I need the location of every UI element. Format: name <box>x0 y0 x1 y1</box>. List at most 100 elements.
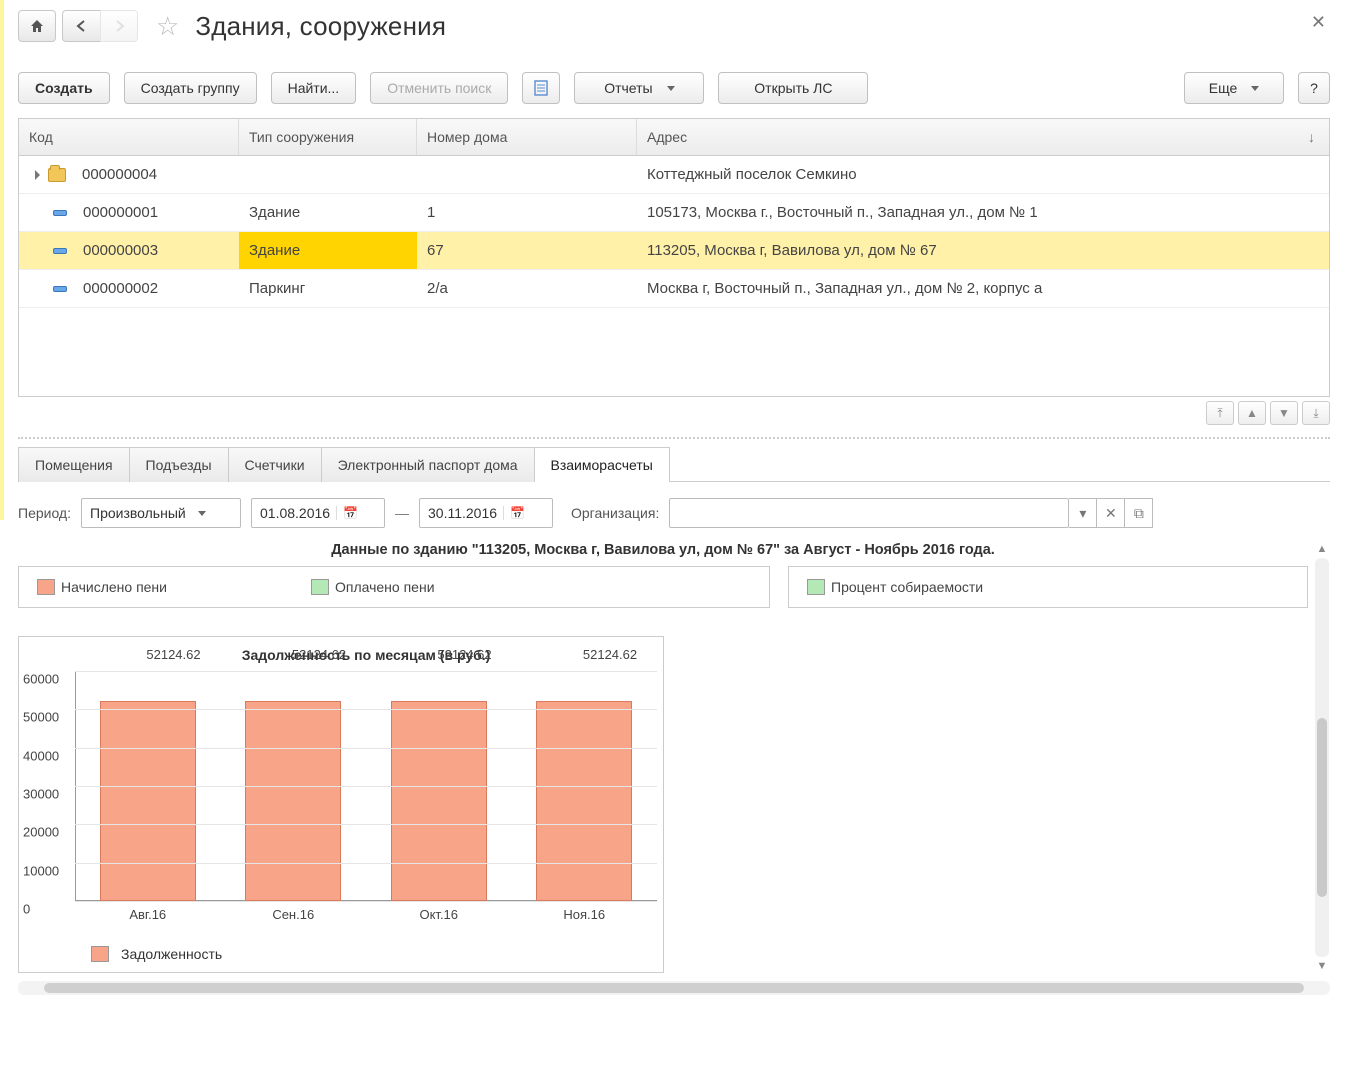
debt-chart: Задолженность по месяцам (в руб.) 52124.… <box>18 636 664 973</box>
detail-tabs: ПомещенияПодъездыСчетчикиЭлектронный пас… <box>18 447 1330 482</box>
cell-number <box>417 165 637 185</box>
favorite-star-icon[interactable]: ☆ <box>156 11 179 42</box>
grid-nav-first[interactable]: ⤒ <box>1206 401 1234 425</box>
more-label: Еще <box>1209 80 1238 96</box>
tab-2[interactable]: Счетчики <box>228 447 322 482</box>
table-row[interactable]: 000000002 Паркинг2/аМосква г, Восточный п… <box>19 270 1329 308</box>
find-button[interactable]: Найти... <box>271 72 357 104</box>
close-icon[interactable]: ✕ <box>1311 12 1326 33</box>
tab-4[interactable]: Взаиморасчеты <box>534 447 670 482</box>
bar: 52124.62 <box>536 701 632 901</box>
table-row[interactable]: 000000004 Коттеджный поселок Семкино <box>19 156 1329 194</box>
period-from-input[interactable]: 01.08.2016 📅 <box>251 498 385 528</box>
period-mode-value: Произвольный <box>90 505 186 521</box>
grid-body: 000000004Коттеджный поселок Семкино00000… <box>19 156 1329 396</box>
grid-nav-up[interactable]: ▲ <box>1238 401 1266 425</box>
report-title: Данные по зданию "113205, Москва г, Вави… <box>18 542 1308 558</box>
organization-open-icon[interactable]: ⧉ <box>1125 498 1153 528</box>
grid-nav: ⤒ ▲ ▼ ⤓ <box>18 401 1330 425</box>
legend-accrued-peni: Начислено пени <box>37 579 167 595</box>
period-mode-select[interactable]: Произвольный <box>81 498 241 528</box>
organization-input[interactable] <box>669 498 1069 528</box>
report-horizontal-scrollbar[interactable] <box>18 981 1330 995</box>
x-tick: Ноя.16 <box>512 907 658 922</box>
y-tick: 60000 <box>23 672 59 687</box>
bar-value-label: 52124.62 <box>392 647 538 662</box>
forward-button <box>100 10 138 42</box>
expand-icon[interactable] <box>35 170 40 180</box>
open-ls-button[interactable]: Открыть ЛС <box>718 72 868 104</box>
create-group-button[interactable]: Создать группу <box>124 72 257 104</box>
scroll-up-icon[interactable]: ▲ <box>1315 542 1329 556</box>
column-header-number[interactable]: Номер дома <box>417 119 637 155</box>
more-dropdown[interactable]: Еще <box>1184 72 1284 104</box>
period-row: Период: Произвольный 01.08.2016 📅 — 30.1… <box>18 498 1330 528</box>
chart-legend: Задолженность <box>75 946 657 962</box>
calendar-icon: 📅 <box>503 506 525 520</box>
cell-type: Здание <box>239 232 417 269</box>
swatch-green-icon <box>807 579 825 595</box>
legend-collection-percent: Процент собираемости <box>807 579 983 595</box>
bar-value-label: 52124.62 <box>537 647 683 662</box>
chevron-down-icon <box>198 511 206 516</box>
chart-series-label: Задолженность <box>121 946 222 962</box>
item-icon <box>53 286 67 292</box>
buildings-grid: Код Тип сооружения Номер дома Адрес 0000… <box>18 118 1330 397</box>
report-vertical-scrollbar[interactable]: ▲ ▼ <box>1314 542 1330 973</box>
period-to-value: 30.11.2016 <box>428 505 497 521</box>
y-tick: 30000 <box>23 787 59 802</box>
cell-number: 2/а <box>417 270 637 307</box>
column-header-code[interactable]: Код <box>19 119 239 155</box>
organization-clear-icon[interactable]: ✕ <box>1097 498 1125 528</box>
organization-label: Организация: <box>571 505 659 521</box>
item-icon <box>53 210 67 216</box>
cell-code: 000000004 <box>82 166 157 183</box>
legend-paid-peni: Оплачено пени <box>311 579 435 595</box>
bar-value-label: 52124.62 <box>101 647 247 662</box>
grid-nav-down[interactable]: ▼ <box>1270 401 1298 425</box>
swatch-salmon-icon <box>91 946 109 962</box>
cell-code: 000000002 <box>83 280 158 297</box>
top-navbar: ☆ Здания, сооружения ✕ <box>18 10 1330 42</box>
x-tick: Авг.16 <box>75 907 221 922</box>
cell-code: 000000003 <box>83 242 158 259</box>
help-button[interactable]: ? <box>1298 72 1330 104</box>
reports-dropdown[interactable]: Отчеты <box>574 72 704 104</box>
back-button[interactable] <box>62 10 100 42</box>
cell-address: Москва г, Восточный п., Западная ул., до… <box>637 270 1329 307</box>
cell-number: 1 <box>417 194 637 231</box>
legend-box-collection: Процент собираемости <box>788 566 1308 608</box>
list-settings-icon[interactable] <box>522 72 560 104</box>
bar: 52124.62 <box>100 701 196 901</box>
table-row[interactable]: 000000001Здание1105173, Москва г., Восто… <box>19 194 1329 232</box>
table-row[interactable]: 000000003Здание67113205, Москва г, Вавил… <box>19 232 1329 270</box>
organization-dropdown-icon[interactable]: ▾ <box>1069 498 1097 528</box>
report-area: Данные по зданию "113205, Москва г, Вави… <box>18 542 1330 973</box>
create-button[interactable]: Создать <box>18 72 110 104</box>
y-tick: 0 <box>23 902 30 917</box>
y-tick: 50000 <box>23 710 59 725</box>
cell-type: Паркинг <box>239 270 417 307</box>
splitter[interactable] <box>18 437 1330 439</box>
page-title: Здания, сооружения <box>195 11 446 42</box>
window-left-accent <box>0 0 4 1070</box>
tab-3[interactable]: Электронный паспорт дома <box>321 447 535 482</box>
cell-code: 000000001 <box>83 204 158 221</box>
home-button[interactable] <box>18 10 56 42</box>
calendar-icon: 📅 <box>336 506 358 520</box>
tab-0[interactable]: Помещения <box>18 447 130 482</box>
scroll-down-icon[interactable]: ▼ <box>1315 959 1329 973</box>
cell-type: Здание <box>239 194 417 231</box>
grid-nav-last[interactable]: ⤓ <box>1302 401 1330 425</box>
y-tick: 10000 <box>23 863 59 878</box>
period-label: Период: <box>18 505 71 521</box>
period-to-input[interactable]: 30.11.2016 📅 <box>419 498 553 528</box>
grid-header: Код Тип сооружения Номер дома Адрес <box>19 119 1329 156</box>
tab-1[interactable]: Подъезды <box>129 447 229 482</box>
y-tick: 20000 <box>23 825 59 840</box>
swatch-salmon-icon <box>37 579 55 595</box>
bar: 52124.62 <box>391 701 487 901</box>
cell-address: Коттеджный поселок Семкино <box>637 156 1329 193</box>
column-header-type[interactable]: Тип сооружения <box>239 119 417 155</box>
column-header-address[interactable]: Адрес <box>637 119 1329 155</box>
